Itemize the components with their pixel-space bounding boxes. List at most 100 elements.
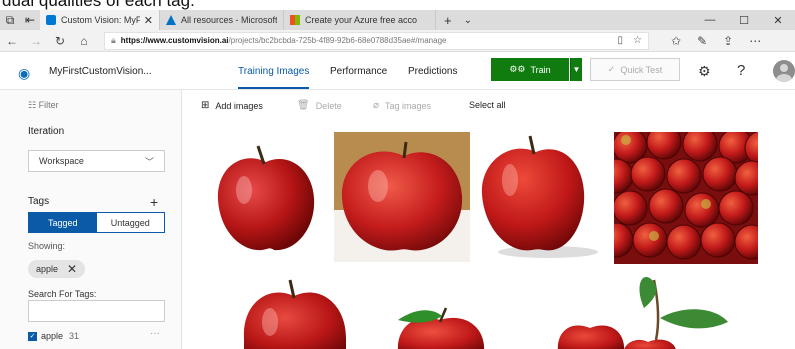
- apple-image: [243, 279, 346, 349]
- project-name[interactable]: MyFirstCustomVision...: [49, 66, 152, 77]
- url-field[interactable]: 🔒︎ https://www.customvision.ai /projects…: [104, 31, 649, 50]
- tab-title: All resources - Microsoft Az: [181, 15, 277, 25]
- filter-icon: ☷: [28, 100, 37, 110]
- filter-label: Filter: [38, 100, 59, 110]
- tag-more-button[interactable]: ···: [150, 328, 160, 339]
- tab-list-button[interactable]: ⌄: [460, 10, 476, 30]
- favorites-hub-icon[interactable]: ✩: [671, 34, 681, 48]
- forward-arrow-icon[interactable]: →: [24, 34, 48, 48]
- filter-toggle[interactable]: ☷ Filter: [28, 100, 59, 111]
- search-tags-input[interactable]: [28, 300, 165, 322]
- close-window-button[interactable]: ✕: [761, 14, 795, 27]
- settings-gear-icon[interactable]: ⚙: [698, 63, 711, 80]
- caret-down-icon: ▼: [572, 65, 581, 74]
- browser-tab-all-resources[interactable]: All resources - Microsoft Az: [160, 10, 284, 30]
- gears-icon: ⚙⚙: [509, 64, 526, 74]
- tag-list-item[interactable]: ✓ apple 31: [28, 331, 79, 341]
- microsoft-favicon-icon: [290, 15, 300, 25]
- delete-label: Delete: [315, 100, 342, 111]
- tab-back-icon[interactable]: ⇤: [20, 10, 40, 30]
- image-thumbnail[interactable]: [334, 132, 470, 262]
- add-image-icon: ⊞: [201, 100, 210, 111]
- help-icon[interactable]: ?: [737, 62, 745, 79]
- image-toolbar: ⊞ Add images 🗑︎ Delete ⌀ Tag images Sele…: [183, 90, 795, 120]
- custom-vision-eye-icon[interactable]: ◉: [18, 65, 30, 82]
- browser-tab-custom-vision[interactable]: Custom Vision: MyFirst ✕: [40, 10, 160, 30]
- browser-tab-bar: ⧉ ⇤ Custom Vision: MyFirst ✕ All resourc…: [0, 10, 795, 30]
- app-header: ◉ MyFirstCustomVision... Training Images…: [0, 53, 795, 90]
- more-menu-icon[interactable]: ⋯: [749, 34, 761, 48]
- tag-images-button[interactable]: ⌀ Tag images: [373, 100, 431, 111]
- pen-notes-icon[interactable]: ✎: [697, 34, 707, 48]
- add-images-label: Add images: [215, 100, 263, 111]
- back-arrow-icon[interactable]: ←: [0, 34, 24, 48]
- search-tags-label: Search For Tags:: [28, 289, 97, 299]
- quick-test-button[interactable]: ✓ Quick Test: [590, 58, 680, 81]
- image-thumbnail[interactable]: [392, 306, 490, 349]
- url-path: /projects/bc2bcbda-725b-4f89-92b6-68e078…: [228, 36, 447, 45]
- avatar[interactable]: [773, 60, 795, 82]
- tab-performance[interactable]: Performance: [330, 66, 387, 77]
- minimize-button[interactable]: —: [693, 14, 727, 26]
- train-button[interactable]: ⚙⚙ Train: [491, 58, 569, 81]
- iteration-select[interactable]: Workspace ﹀: [28, 150, 165, 172]
- window-controls: — ☐ ✕: [693, 10, 795, 30]
- tag-checkbox[interactable]: ✓: [28, 331, 37, 341]
- left-panel: ☷ Filter Iteration Workspace ﹀ Tags + Ta…: [0, 90, 182, 349]
- iteration-value: Workspace: [39, 156, 84, 166]
- tag-count: 31: [69, 331, 80, 341]
- train-dropdown-button[interactable]: ▼: [570, 58, 582, 81]
- untagged-button[interactable]: Untagged: [96, 213, 164, 232]
- tag-images-label: Tag images: [385, 100, 432, 111]
- maximize-button[interactable]: ☐: [727, 14, 761, 27]
- trash-icon: 🗑︎: [297, 100, 310, 111]
- custom-vision-favicon-icon: [46, 15, 56, 25]
- iteration-heading: Iteration: [28, 126, 65, 137]
- tag-icon: ⌀: [373, 100, 380, 111]
- refresh-icon[interactable]: ↻: [48, 34, 72, 48]
- select-all-button[interactable]: Select all: [469, 100, 506, 110]
- address-bar-row: ← → ↻ ⌂ 🔒︎ https://www.customvision.ai /…: [0, 30, 795, 52]
- delete-button[interactable]: 🗑︎ Delete: [297, 100, 342, 111]
- share-icon[interactable]: ⇪: [723, 34, 733, 48]
- apple-pile-image: [614, 132, 758, 260]
- azure-favicon-icon: [166, 15, 176, 25]
- image-thumbnail[interactable]: [556, 270, 734, 349]
- active-tag-chip: apple ✕: [28, 260, 85, 278]
- image-thumbnail[interactable]: [476, 132, 608, 262]
- tag-name: apple: [41, 331, 64, 341]
- apple-image: [217, 145, 315, 251]
- apple-image: [398, 307, 484, 349]
- new-tab-button[interactable]: +: [436, 10, 460, 30]
- train-label: Train: [530, 64, 551, 75]
- apple-with-leaves-image: [557, 277, 728, 349]
- tagged-button[interactable]: Tagged: [29, 213, 97, 232]
- page-caption: dual qualities of each tag.: [0, 0, 795, 10]
- image-thumbnail[interactable]: [212, 140, 320, 258]
- browser-tab-azure-free[interactable]: Create your Azure free acco: [284, 10, 436, 30]
- apple-image: [481, 135, 598, 258]
- tab-actions-icon[interactable]: ⧉: [0, 10, 20, 30]
- add-images-button[interactable]: ⊞ Add images: [201, 100, 263, 111]
- chevron-down-icon: ﹀: [144, 156, 154, 167]
- tab-close-icon[interactable]: ✕: [144, 14, 153, 27]
- quick-test-label: Quick Test: [620, 64, 663, 75]
- reading-view-icon[interactable]: ▯: [618, 35, 624, 46]
- add-tag-button[interactable]: +: [150, 194, 158, 210]
- chip-label: apple: [36, 264, 59, 274]
- url-host: https://www.customvision.ai: [120, 36, 229, 45]
- apple-image: [334, 132, 470, 262]
- tagged-untagged-toggle: Tagged Untagged: [28, 212, 165, 233]
- tab-title: Create your Azure free acco: [305, 15, 418, 25]
- lock-icon: 🔒︎: [111, 35, 116, 45]
- remove-chip-icon[interactable]: ✕: [67, 262, 77, 276]
- image-thumbnail[interactable]: [240, 276, 350, 349]
- image-thumbnail[interactable]: [614, 132, 758, 264]
- tab-title: Custom Vision: MyFirst: [61, 15, 140, 25]
- favorite-star-icon[interactable]: ☆: [633, 35, 642, 46]
- showing-label: Showing:: [28, 241, 66, 251]
- home-icon[interactable]: ⌂: [72, 34, 96, 48]
- tab-predictions[interactable]: Predictions: [408, 66, 457, 77]
- select-all-label: Select all: [469, 100, 506, 110]
- tab-training-images[interactable]: Training Images: [238, 66, 310, 89]
